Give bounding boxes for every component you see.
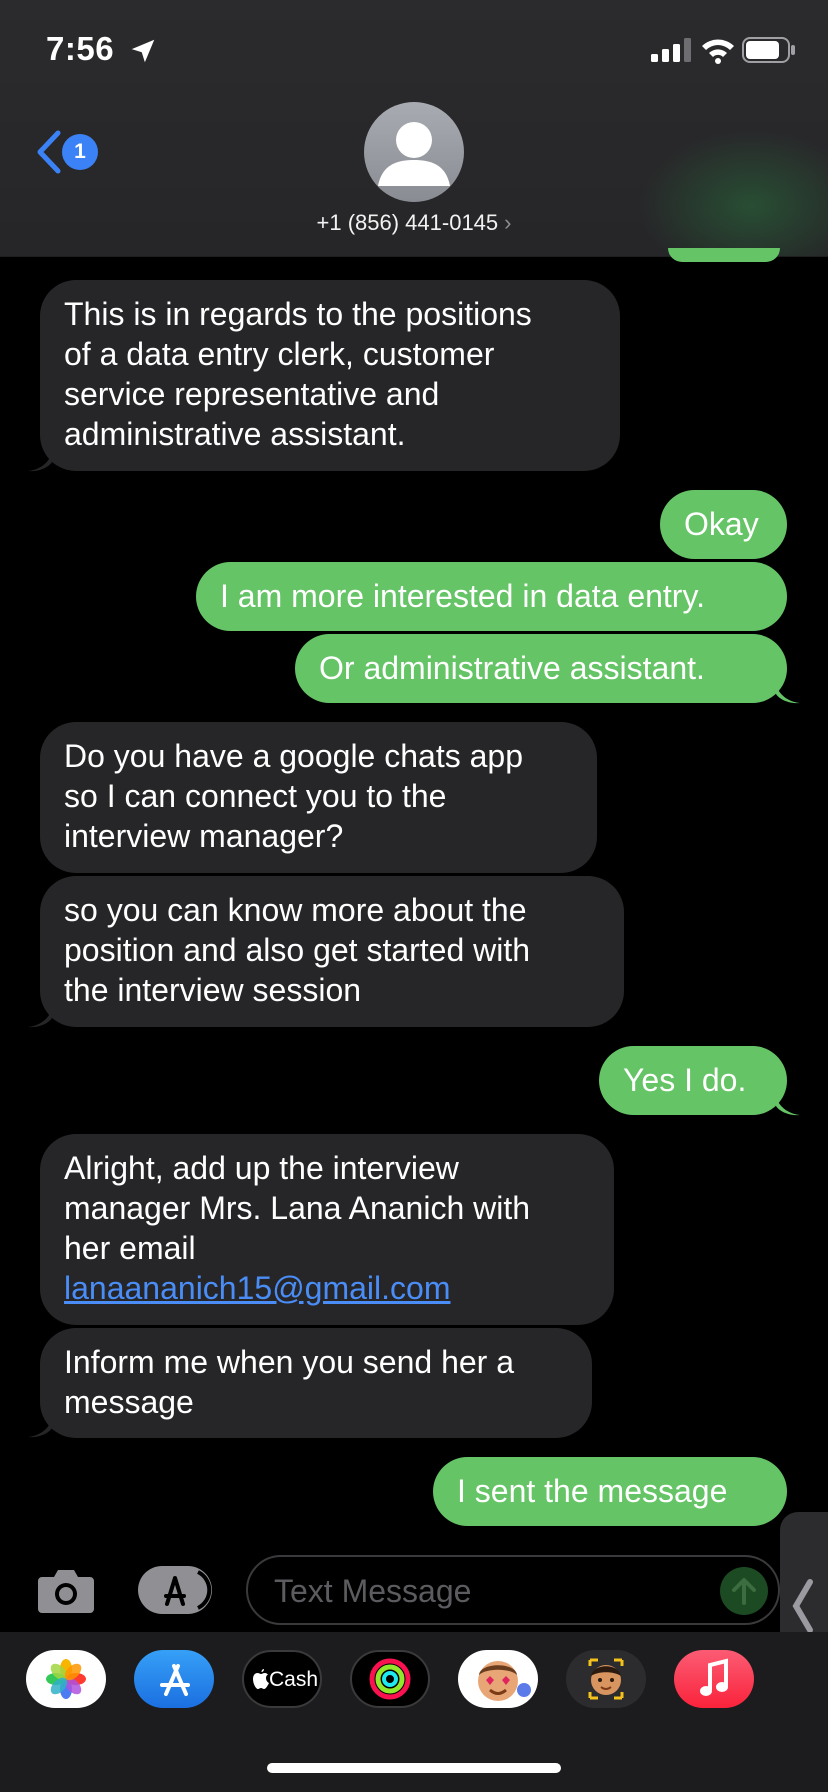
apple-cash-app-button[interactable]: Cash (242, 1650, 322, 1708)
message-line: manager Mrs. Lana Ananich with (64, 1190, 531, 1226)
message-line: Alright, add up the interview (64, 1150, 459, 1186)
photos-icon (46, 1659, 86, 1699)
app-store-app-button[interactable] (134, 1650, 214, 1708)
status-time: 7:56 (46, 30, 115, 67)
incoming-bubble-tail (28, 452, 52, 472)
unread-count-badge[interactable]: 1 (62, 134, 98, 170)
wifi-icon (702, 39, 734, 64)
person-silhouette-icon (378, 122, 450, 186)
incoming-message[interactable]: Inform me when you send her a message (40, 1328, 592, 1438)
incoming-message[interactable]: This is in regards to the positions of a… (40, 280, 620, 471)
previous-message-fragment (668, 248, 780, 262)
incoming-bubble-tail (28, 1418, 52, 1438)
message-line: Inform me when you send her a (64, 1344, 515, 1380)
message-line: position and also get started with (64, 932, 531, 968)
message-line: interview manager? (64, 818, 344, 854)
incoming-message[interactable]: Do you have a google chats app so I can … (40, 722, 597, 873)
message-line: service representative and (64, 376, 440, 412)
music-icon (700, 1658, 728, 1696)
camera-icon[interactable] (36, 1565, 96, 1615)
message-line: I sent the message (457, 1473, 728, 1509)
message-line: so you can know more about the (64, 892, 527, 928)
photos-app-button[interactable] (26, 1650, 106, 1708)
arrow-up-icon (732, 1578, 756, 1605)
outgoing-message[interactable]: Yes I do. (599, 1046, 787, 1115)
message-line: Yes I do. (623, 1062, 747, 1098)
message-line: This is in regards to the positions (64, 296, 532, 332)
memoji-stickers-icon (478, 1661, 531, 1701)
back-chevron-icon[interactable] (34, 129, 64, 175)
incoming-message[interactable]: Alright, add up the interview manager Mr… (40, 1134, 614, 1325)
outgoing-bubble-tail (776, 1096, 800, 1116)
outgoing-message[interactable]: I am more interested in data entry. (196, 562, 787, 631)
home-indicator[interactable] (267, 1763, 561, 1773)
location-arrow-icon (131, 39, 155, 63)
memoji-icon (588, 1658, 624, 1700)
contact-chevron-icon: › (504, 210, 512, 235)
battery-icon (742, 37, 795, 63)
message-input[interactable]: Text Message (246, 1555, 780, 1625)
activity-icon (369, 1658, 411, 1700)
message-line: I am more interested in data entry. (220, 578, 705, 614)
outgoing-message[interactable]: Okay (660, 490, 787, 559)
app-store-icon (160, 1664, 190, 1696)
cellular-signal-icon (651, 38, 691, 62)
send-button[interactable] (720, 1567, 768, 1615)
message-line: of a data entry clerk, customer (64, 336, 495, 372)
message-line: Or administrative assistant. (319, 650, 705, 686)
apps-button[interactable] (138, 1566, 212, 1614)
email-link[interactable]: lanaananich15@gmail.com (64, 1268, 590, 1308)
contact-avatar[interactable] (364, 102, 464, 202)
outgoing-bubble-tail (776, 684, 800, 704)
contact-number: +1 (856) 441-0145 (316, 210, 499, 235)
music-app-button[interactable] (674, 1650, 754, 1708)
message-line: the interview session (64, 972, 362, 1008)
header-glow (638, 130, 828, 256)
app-store-small-icon (164, 1570, 212, 1610)
message-line: Okay (684, 506, 759, 542)
message-line: Do you have a google chats app (64, 738, 523, 774)
outgoing-message[interactable]: I sent the message (433, 1457, 787, 1526)
apple-cash-label: Cash (269, 1668, 319, 1691)
memoji-app-button[interactable] (566, 1650, 646, 1708)
message-input-placeholder: Text Message (274, 1573, 472, 1609)
outgoing-message[interactable]: Or administrative assistant. (295, 634, 787, 703)
incoming-bubble-tail (28, 1008, 52, 1028)
activity-app-button[interactable] (350, 1650, 430, 1708)
message-line: administrative assistant. (64, 416, 406, 452)
contact-name[interactable]: +1 (856) 441-0145 › (0, 210, 828, 236)
message-line: her email (64, 1230, 196, 1266)
incoming-message[interactable]: so you can know more about the position … (40, 876, 624, 1027)
message-line: message (64, 1384, 194, 1420)
message-line: so I can connect you to the (64, 778, 447, 814)
memoji-stickers-app-button[interactable] (458, 1650, 538, 1708)
